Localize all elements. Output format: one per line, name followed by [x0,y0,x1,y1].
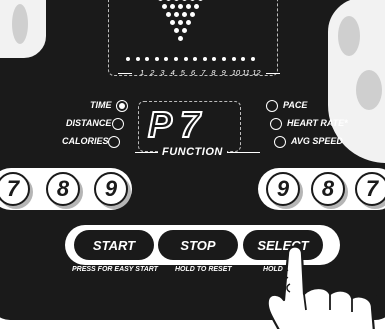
matrix-dot [170,20,175,25]
function-label: FUNCTION [158,146,227,158]
matrix-dot [166,12,171,17]
matrix-bar-dot [222,57,226,61]
indicator-label-time: TIME [90,100,112,110]
minute-label: 11 [242,68,250,77]
right-quick-key-8[interactable]: 8 [311,172,345,206]
minute-label: 4 [170,68,175,77]
minute-label: 12 [252,68,261,77]
matrix-dot [178,20,183,25]
minute-label: 2 [150,68,155,77]
right-quick-key-7[interactable]: 7 [355,172,385,206]
pointing-hand-icon [266,245,385,329]
matrix-bar-dot [183,57,188,61]
function-rule-right [226,152,260,154]
minute-label: 3 [160,68,165,77]
matrix-bar-dot [202,57,207,61]
program-readout: P7 [147,103,209,146]
left-quick-key-9[interactable]: 9 [94,172,128,206]
indicator-led-calories [108,136,120,148]
indicator-led-pace [266,100,278,112]
stop-button[interactable]: STOP [158,230,238,260]
matrix-bar-dot [126,57,130,61]
start-caption: PRESS FOR EASY START [72,266,158,273]
matrix-dot [174,28,179,33]
matrix-dot [178,36,183,41]
left-side-pod [0,0,48,60]
indicator-label-distance: DISTANCE [66,118,112,128]
right-quick-key-9[interactable]: 9 [266,172,300,206]
minute-label: 6 [191,68,196,77]
indicator-label-pace: PACE [283,100,308,110]
minute-scale: 1 2 3 4 5 6 7 8 9 10 11 12 [118,68,280,80]
matrix-dot [186,4,191,9]
matrix-bar-dot [231,57,236,61]
minute-label: 1 [140,68,145,77]
matrix-dot [174,12,179,17]
indicator-label-heart-rate: HEART RATE* [287,118,348,128]
stop-caption: HOLD TO RESET [175,266,232,273]
matrix-dot [194,4,199,9]
matrix-bar-dot [154,57,159,61]
start-button[interactable]: START [74,230,154,260]
matrix-dot [182,12,187,17]
console-panel: 1 2 3 4 5 6 7 8 9 10 11 12 TIME DISTANCE CALORIES P… [0,0,385,329]
function-rule-left [135,152,159,154]
indicator-led-avg-speed [274,136,286,148]
minute-label: 8 [211,68,216,77]
matrix-dot [162,4,167,9]
indicator-led-heart-rate [270,118,282,130]
matrix-dot [178,4,183,9]
indicator-label-avg-speed: AVG SPEED [291,136,343,146]
matrix-dot [190,12,195,17]
indicator-label-calories: CALORIES [62,136,109,146]
matrix-dot [170,4,175,9]
indicator-led-time [116,100,128,112]
matrix-bar-dot [135,57,140,61]
minute-label: 7 [201,68,206,77]
minute-label: 5 [180,68,185,77]
matrix-bar-dot [250,57,255,61]
matrix-dot [182,28,187,33]
left-quick-key-8[interactable]: 8 [46,172,80,206]
minute-label: 10 [231,68,241,77]
matrix-bar-dot [174,57,178,61]
indicator-led-distance [112,118,124,130]
minute-label: 9 [221,68,226,77]
matrix-dot [186,20,191,25]
